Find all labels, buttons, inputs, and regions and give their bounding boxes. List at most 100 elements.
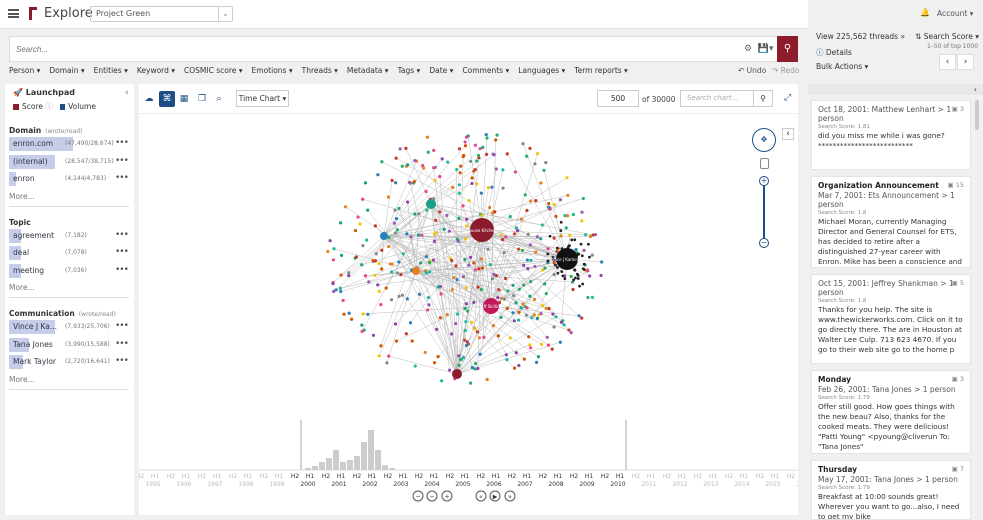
- graph-node[interactable]: [580, 317, 583, 320]
- more-link[interactable]: More...: [9, 192, 35, 201]
- graph-node[interactable]: [506, 152, 509, 155]
- graph-node[interactable]: [503, 251, 506, 254]
- graph-node[interactable]: [503, 298, 506, 301]
- graph-node[interactable]: [493, 210, 496, 213]
- graph-node[interactable]: [465, 344, 468, 347]
- graph-node[interactable]: [474, 268, 477, 271]
- graph-node[interactable]: [556, 272, 559, 275]
- graph-node[interactable]: [515, 351, 518, 354]
- graph-node[interactable]: [486, 378, 489, 381]
- graph-node[interactable]: [411, 339, 414, 342]
- zoom-slider[interactable]: [763, 178, 765, 244]
- graph-node[interactable]: [525, 209, 528, 212]
- graph-node[interactable]: [448, 369, 451, 372]
- timeline-bar[interactable]: [368, 430, 374, 470]
- graph-node[interactable]: [465, 302, 468, 305]
- graph-node[interactable]: [545, 307, 548, 310]
- graph-node[interactable]: [591, 296, 594, 299]
- graph-node[interactable]: [543, 267, 546, 270]
- graph-node[interactable]: [577, 277, 580, 280]
- scrollbar[interactable]: [975, 100, 979, 130]
- graph-node[interactable]: [533, 313, 536, 316]
- graph-node[interactable]: [534, 251, 537, 254]
- graph-node[interactable]: [477, 267, 480, 270]
- graph-node[interactable]: [535, 361, 538, 364]
- graph-node[interactable]: [480, 257, 483, 260]
- graph-node[interactable]: [432, 149, 435, 152]
- search-chart-input[interactable]: Search chart...: [680, 90, 754, 107]
- graph-node[interactable]: [490, 186, 493, 189]
- graph-node[interactable]: [526, 267, 529, 270]
- graph-node[interactable]: [442, 228, 445, 231]
- graph-node[interactable]: [521, 142, 524, 145]
- thread-meta[interactable]: Mar 7, 2001: Ets Announcement > 1 person: [818, 191, 964, 209]
- graph-node[interactable]: [398, 295, 401, 298]
- graph-node[interactable]: [599, 274, 602, 277]
- facet-row[interactable]: enron(4,144/4,783)•••: [9, 172, 125, 186]
- graph-node[interactable]: [586, 269, 589, 272]
- graph-node[interactable]: [553, 237, 556, 240]
- cloud-view-icon[interactable]: ☁: [141, 91, 157, 107]
- graph-node[interactable]: [495, 133, 498, 136]
- graph-node[interactable]: [366, 208, 369, 211]
- thread-card[interactable]: Oct 15, 2001: Jeffrey Shankman > 1 perso…: [811, 274, 971, 364]
- graph-node[interactable]: [571, 288, 574, 291]
- graph-node[interactable]: [480, 288, 483, 291]
- graph-node[interactable]: [475, 182, 478, 185]
- graph-node[interactable]: [528, 343, 531, 346]
- graph-node[interactable]: [341, 299, 344, 302]
- redo-button[interactable]: ↷ Redo: [772, 66, 800, 75]
- graph-node[interactable]: [547, 202, 550, 205]
- graph-node[interactable]: [409, 182, 412, 185]
- graph-node[interactable]: [433, 233, 436, 236]
- graph-node[interactable]: [560, 270, 563, 273]
- graph-node[interactable]: [394, 231, 397, 234]
- graph-node[interactable]: [450, 332, 453, 335]
- graph-node[interactable]: [464, 140, 467, 143]
- timeline-bar[interactable]: [312, 466, 318, 470]
- graph-node[interactable]: [465, 136, 468, 139]
- graph-node[interactable]: [501, 168, 504, 171]
- graph-node[interactable]: [514, 170, 517, 173]
- graph-node[interactable]: [463, 307, 466, 310]
- graph-node[interactable]: [397, 260, 400, 263]
- graph-node[interactable]: [517, 311, 520, 314]
- graph-node[interactable]: [534, 199, 537, 202]
- graph-node[interactable]: [559, 341, 562, 344]
- graph-node[interactable]: [440, 379, 443, 382]
- graph-node[interactable]: [582, 197, 585, 200]
- graph-node[interactable]: [489, 263, 492, 266]
- graph-node[interactable]: [559, 229, 562, 232]
- graph-node[interactable]: [522, 264, 525, 267]
- menu-icon[interactable]: [8, 9, 19, 18]
- graph-node[interactable]: [434, 179, 437, 182]
- timeline-bar[interactable]: [389, 468, 395, 470]
- facet-row[interactable]: (internal)(28,547/38,715)•••: [9, 155, 125, 169]
- graph-node[interactable]: [339, 273, 342, 276]
- grid-view-icon[interactable]: ▦: [176, 91, 192, 107]
- graph-node[interactable]: [340, 254, 343, 257]
- graph-node[interactable]: [566, 194, 569, 197]
- graph-node[interactable]: [456, 238, 459, 241]
- graph-node[interactable]: [387, 245, 390, 248]
- fullscreen-icon[interactable]: ⤢: [784, 93, 791, 103]
- graph-node[interactable]: [525, 155, 528, 158]
- zoom-icon[interactable]: ⌕: [211, 91, 227, 107]
- graph-node[interactable]: [451, 186, 454, 189]
- graph-node[interactable]: [425, 255, 428, 258]
- graph-node[interactable]: [570, 275, 573, 278]
- graph-node[interactable]: [529, 346, 532, 349]
- graph-node[interactable]: [543, 282, 546, 285]
- graph-node[interactable]: [373, 274, 376, 277]
- graph-node[interactable]: [567, 328, 570, 331]
- filter-languages[interactable]: Languages ▾: [518, 66, 565, 75]
- graph-node[interactable]: [522, 283, 525, 286]
- graph-node[interactable]: [437, 285, 440, 288]
- graph-node[interactable]: [409, 321, 412, 324]
- graph-node[interactable]: [554, 315, 557, 318]
- timeline-bar[interactable]: [305, 468, 311, 470]
- graph-node[interactable]: [464, 144, 467, 147]
- thread-meta[interactable]: Oct 15, 2001: Jeffrey Shankman > 1 perso…: [818, 279, 964, 297]
- graph-node[interactable]: [518, 288, 521, 291]
- timeline-bar[interactable]: [361, 442, 367, 470]
